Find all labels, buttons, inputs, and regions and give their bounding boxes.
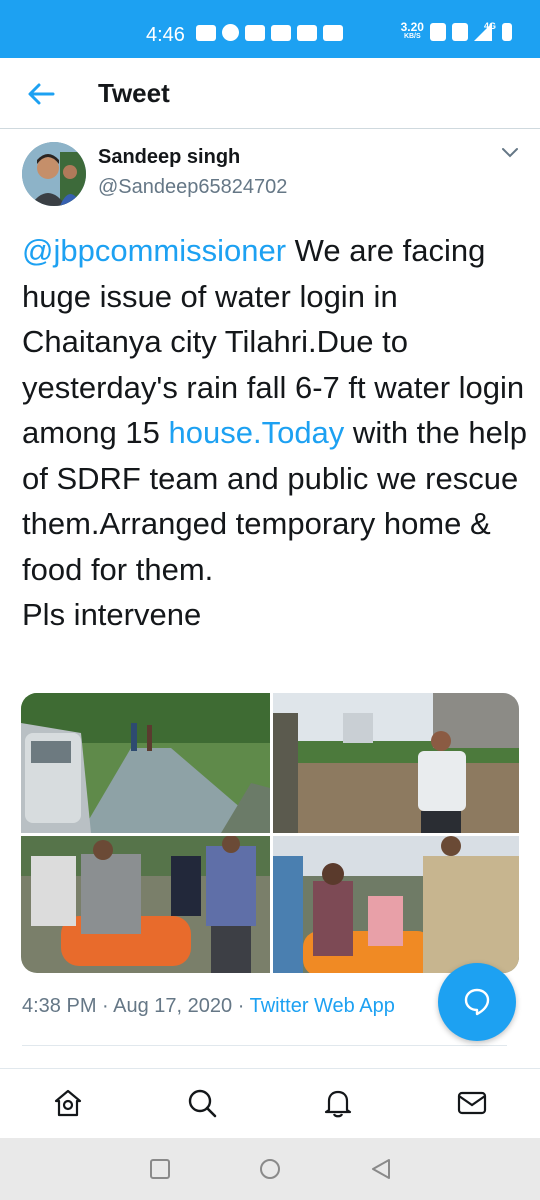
chevron-down-icon[interactable] — [500, 146, 520, 160]
meta-separator: · — [96, 995, 114, 1017]
mail-icon[interactable] — [456, 1087, 488, 1119]
speed-value: 3.20 — [400, 20, 424, 34]
network-type: 4G — [483, 21, 496, 31]
tweet-source-link[interactable]: Twitter Web App — [250, 995, 395, 1017]
back-button-icon[interactable] — [370, 1158, 392, 1180]
media-grid — [21, 693, 519, 973]
tweet-time: 4:38 PM — [22, 995, 97, 1017]
tweet-text-part: Pls intervene — [22, 597, 202, 632]
network-speed: 3.20 KB/S — [400, 20, 424, 42]
reply-fab-button[interactable] — [438, 963, 516, 1041]
mention-link[interactable]: @jbpcommissioner — [22, 233, 286, 268]
tweet-photo-2[interactable] — [273, 693, 519, 833]
tweet-text: @jbpcommissioner We are facing huge issu… — [22, 228, 527, 638]
tweet-photo-3[interactable] — [21, 836, 270, 973]
page-title: Tweet — [98, 78, 170, 108]
avatar[interactable] — [22, 142, 86, 206]
battery-icon — [502, 23, 512, 41]
tweet-url-link[interactable]: house.Today — [169, 415, 345, 450]
author-handle[interactable]: @Sandeep65824702 — [98, 176, 287, 199]
notification-icons — [196, 24, 343, 41]
author-name[interactable]: Sandeep singh — [98, 146, 240, 169]
search-icon[interactable] — [186, 1087, 218, 1119]
speed-unit: KB/S — [403, 33, 421, 40]
bottom-navigation — [0, 1068, 540, 1139]
status-bar: 4:46 3.20 KB/S 4G — [0, 0, 540, 58]
nfc-icon — [429, 23, 446, 41]
meta-separator: · — [232, 995, 250, 1017]
volte-icon — [451, 23, 468, 41]
top-app-bar: Tweet — [0, 58, 540, 129]
bell-icon[interactable] — [322, 1087, 354, 1119]
tweet-metadata: 4:38 PM · Aug 17, 2020 · Twitter Web App — [22, 995, 395, 1018]
home-icon[interactable] — [52, 1087, 84, 1119]
home-button-icon[interactable] — [259, 1158, 281, 1180]
mail-notification-icon — [323, 24, 343, 41]
messenger-icon — [222, 24, 239, 41]
mail-notification-icon — [297, 24, 317, 41]
youtube-icon — [271, 24, 291, 41]
system-status-icons: 3.20 KB/S 4G — [400, 20, 512, 42]
recent-apps-icon[interactable] — [149, 1158, 171, 1180]
arrow-left-icon[interactable] — [26, 80, 56, 108]
status-time: 4:46 — [146, 24, 185, 46]
tweet-date: Aug 17, 2020 — [113, 995, 233, 1017]
tweet-photo-1[interactable] — [21, 693, 270, 833]
tweet-photo-4[interactable] — [273, 836, 519, 973]
divider — [22, 1045, 507, 1046]
compose-reply-icon — [464, 988, 490, 1016]
youtube-icon — [245, 24, 265, 41]
system-navigation-bar — [0, 1138, 540, 1200]
news-icon — [196, 24, 216, 41]
